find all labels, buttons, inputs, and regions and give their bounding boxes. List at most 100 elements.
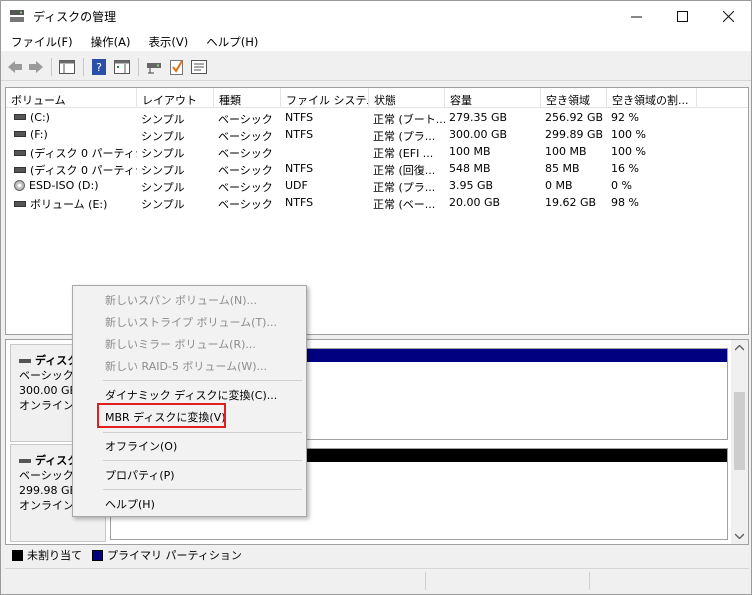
volume-status: 正常 (プラ... — [369, 177, 445, 194]
menu-view[interactable]: 表示(V) — [138, 31, 196, 51]
back-button[interactable] — [6, 58, 24, 76]
disk-icon — [19, 459, 31, 463]
volume-layout: シンプル — [137, 126, 214, 143]
volume-free-space-text: 100 MB — [545, 145, 587, 158]
legend-swatch-primary — [92, 549, 103, 561]
volume-free-percent: 100 % — [607, 126, 697, 143]
volume-capacity-text: 300.00 GB — [449, 128, 508, 141]
volume-layout-text: シンプル — [141, 113, 185, 126]
volume-layout: シンプル — [137, 177, 214, 194]
volume-free-space: 299.89 GB — [541, 126, 607, 143]
volume-free-percent-text: 92 % — [611, 111, 639, 124]
menu-help[interactable]: ヘルプ(H) — [196, 31, 266, 51]
volume-filesystem-text: NTFS — [285, 128, 314, 141]
volume-filesystem-text: NTFS — [285, 196, 314, 209]
volume-capacity-text: 279.35 GB — [449, 111, 508, 124]
volume-layout: シンプル — [137, 109, 214, 126]
menu-separator — [103, 489, 302, 490]
check-button[interactable] — [168, 58, 186, 76]
table-row[interactable]: (C:) シンプル ベーシック NTFS 正常 (ブート... 279.35 GB 256.… — [6, 109, 748, 126]
title-bar: ディスクの管理 — [1, 1, 751, 31]
menu-item-properties[interactable]: プロパティ(P) — [105, 464, 175, 484]
action-pane-button[interactable] — [113, 58, 131, 76]
properties-icon — [191, 60, 207, 74]
column-header-free-space[interactable]: 空き領域 — [541, 88, 607, 108]
volume-free-percent: 0 % — [607, 177, 697, 194]
table-row[interactable]: (ディスク 0 パーティシ... シンプル ベーシック NTFS 正常 (回復... 54… — [6, 160, 748, 177]
console-tree-button[interactable] — [58, 58, 76, 76]
connect-disk-icon — [147, 63, 161, 74]
volume-status: 正常 (ブート... — [369, 109, 445, 126]
properties-button[interactable] — [190, 58, 208, 76]
menu-item-offline[interactable]: オフライン(O) — [105, 435, 177, 455]
close-button[interactable] — [705, 1, 751, 31]
volume-type-text: ベーシック — [218, 147, 273, 160]
volume-layout: シンプル — [137, 194, 214, 211]
volume-capacity-text: 3.95 GB — [449, 179, 494, 192]
menu-action[interactable]: 操作(A) — [81, 31, 139, 51]
table-row[interactable]: (ディスク 0 パーティシ... シンプル ベーシック 正常 (EFI ... 100 … — [6, 143, 748, 160]
drive-icon — [14, 201, 26, 207]
check-icon — [170, 60, 183, 75]
help-button[interactable]: ? — [90, 58, 108, 76]
forward-button[interactable] — [27, 58, 45, 76]
toolbar-separator — [83, 58, 84, 76]
scroll-down-arrow-icon[interactable] — [735, 533, 744, 539]
volume-free-percent: 92 % — [607, 109, 697, 126]
menu-item-new-spanned-volume: 新しいスパン ボリューム(N)... — [105, 294, 258, 307]
minimize-button[interactable] — [613, 1, 659, 31]
volume-layout-text: シンプル — [141, 130, 185, 143]
drive-icon — [14, 131, 26, 137]
legend-swatch-unallocated — [12, 549, 23, 561]
column-header-capacity[interactable]: 容量 — [445, 88, 541, 108]
column-header-filesystem[interactable]: ファイル システム — [281, 88, 369, 108]
volume-type: ベーシック — [214, 160, 281, 177]
drive-icon — [14, 150, 26, 156]
volume-free-percent-text: 100 % — [611, 145, 646, 158]
volume-free-space: 0 MB — [541, 177, 607, 194]
forward-arrow-icon — [29, 61, 43, 73]
status-bar-divider — [425, 572, 426, 590]
table-row[interactable]: (F:) シンプル ベーシック NTFS 正常 (プラ... 300.00 GB 299.8… — [6, 126, 748, 143]
column-header-status[interactable]: 状態 — [369, 88, 445, 108]
volume-capacity: 279.35 GB — [445, 109, 541, 126]
maximize-button[interactable] — [659, 1, 705, 31]
menu-file[interactable]: ファイル(F) — [1, 31, 81, 51]
table-row[interactable]: ESD-ISO (D:) シンプル ベーシック UDF 正常 (プラ... 3.95 GB… — [6, 177, 748, 194]
menu-item-new-mirrored-volume: 新しいミラー ボリューム(R)... — [105, 338, 256, 351]
volume-free-space: 100 MB — [541, 143, 607, 160]
scrollbar-thumb[interactable] — [734, 392, 745, 470]
menu-item-help[interactable]: ヘルプ(H) — [105, 493, 155, 513]
volume-free-space-text: 0 MB — [545, 179, 573, 192]
table-row[interactable]: ボリューム (E:) シンプル ベーシック NTFS 正常 (ベー... 20.00 GB… — [6, 194, 748, 211]
volume-capacity-text: 548 MB — [449, 162, 491, 175]
volume-name: (ディスク 0 パーティシ... — [10, 143, 137, 160]
volume-filesystem: NTFS — [281, 109, 369, 126]
connect-disk-button[interactable] — [145, 58, 163, 76]
column-header-volume[interactable]: ボリューム — [6, 88, 137, 108]
scroll-up-arrow-icon[interactable] — [735, 345, 744, 351]
maximize-icon — [676, 10, 688, 22]
volume-type: ベーシック — [214, 194, 281, 211]
window-title: ディスクの管理 — [33, 10, 117, 24]
volume-free-space-text: 299.89 GB — [545, 128, 604, 141]
graphical-view-scrollbar[interactable] — [731, 340, 748, 544]
volume-layout-text: シンプル — [141, 181, 185, 194]
legend-label-primary: プライマリ パーティション — [107, 549, 242, 562]
volume-filesystem: UDF — [281, 177, 369, 194]
menu-item-convert-to-dynamic[interactable]: ダイナミック ディスクに変換(C)... — [105, 384, 277, 404]
legend: 未割り当て プライマリ パーティション — [5, 546, 749, 564]
volume-name-text: ボリューム (E:) — [30, 198, 108, 211]
column-header-layout[interactable]: レイアウト — [137, 88, 214, 108]
volume-type-text: ベーシック — [218, 198, 273, 211]
volume-type-text: ベーシック — [218, 181, 273, 194]
column-header-type[interactable]: 種類 — [214, 88, 281, 108]
volume-status-text: 正常 (回復... — [373, 164, 436, 177]
volume-name-text: (C:) — [30, 111, 50, 124]
toolbar-separator — [51, 58, 52, 76]
volume-free-space: 256.92 GB — [541, 109, 607, 126]
menu-bar: ファイル(F) 操作(A) 表示(V) ヘルプ(H) — [1, 31, 751, 51]
volume-type-text: ベーシック — [218, 113, 273, 126]
column-header-free-percent[interactable]: 空き領域の割... — [607, 88, 697, 108]
volume-type: ベーシック — [214, 126, 281, 143]
